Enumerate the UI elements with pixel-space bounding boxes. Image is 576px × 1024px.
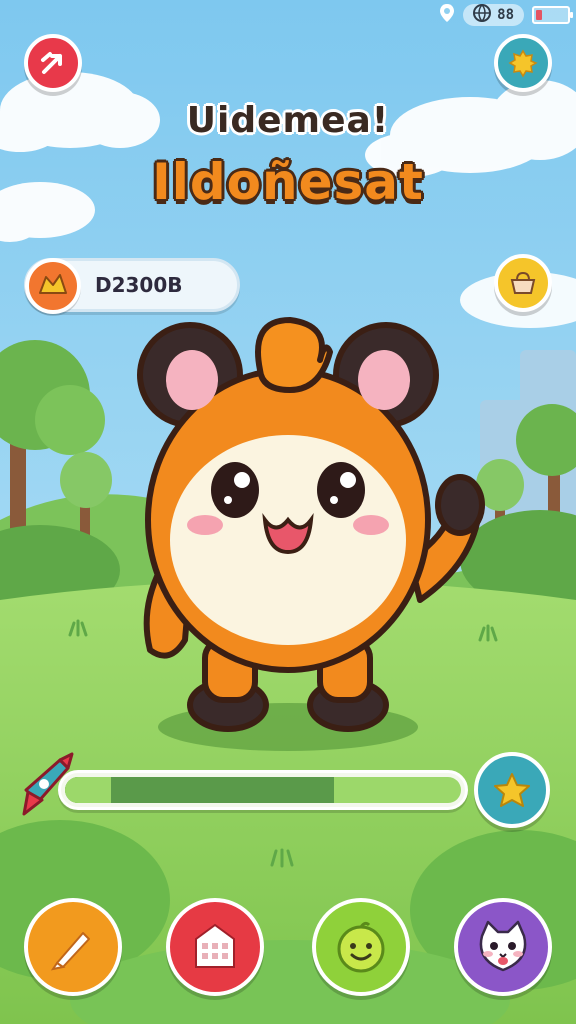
title-block: Uidemea! Ildoñesat <box>0 100 576 211</box>
mascot-cheek <box>353 515 389 535</box>
cat-face-icon <box>474 920 532 974</box>
star-button[interactable] <box>474 752 550 828</box>
brush-button[interactable] <box>24 898 122 996</box>
mascot-cheek <box>187 515 223 535</box>
star-icon <box>493 772 531 808</box>
battery-level <box>536 10 542 20</box>
cat-button[interactable] <box>454 898 552 996</box>
brush-icon <box>47 921 99 973</box>
score-value: D2300B <box>95 273 183 297</box>
calendar-house-icon <box>190 921 240 973</box>
paw-badge-icon <box>25 258 81 314</box>
inner-ear <box>358 350 410 410</box>
status-clock: 88 <box>497 7 514 23</box>
status-pill: 88 <box>463 4 524 26</box>
title-line-2: Ildoñesat <box>152 153 424 211</box>
rocket-pin-icon <box>20 750 76 820</box>
smiley-button[interactable] <box>312 898 410 996</box>
settings-button[interactable] <box>494 34 552 92</box>
battery-icon <box>532 6 573 24</box>
progress-bar <box>58 770 468 810</box>
calendar-button[interactable] <box>166 898 264 996</box>
title-line-1: Uidemea! <box>186 100 390 141</box>
inner-ear <box>166 350 218 410</box>
swap-button[interactable] <box>24 34 82 92</box>
basket-button[interactable] <box>494 254 552 312</box>
score-pill: D2300B <box>24 258 240 314</box>
location-pin-icon <box>439 3 455 27</box>
basket-icon <box>509 270 537 296</box>
arrows-swap-icon <box>38 48 68 78</box>
status-bar: 88 <box>439 2 573 28</box>
smiley-face-icon <box>333 919 389 975</box>
settings-cog-icon <box>508 48 538 78</box>
progress-track <box>65 777 461 803</box>
globe-icon <box>473 4 492 26</box>
